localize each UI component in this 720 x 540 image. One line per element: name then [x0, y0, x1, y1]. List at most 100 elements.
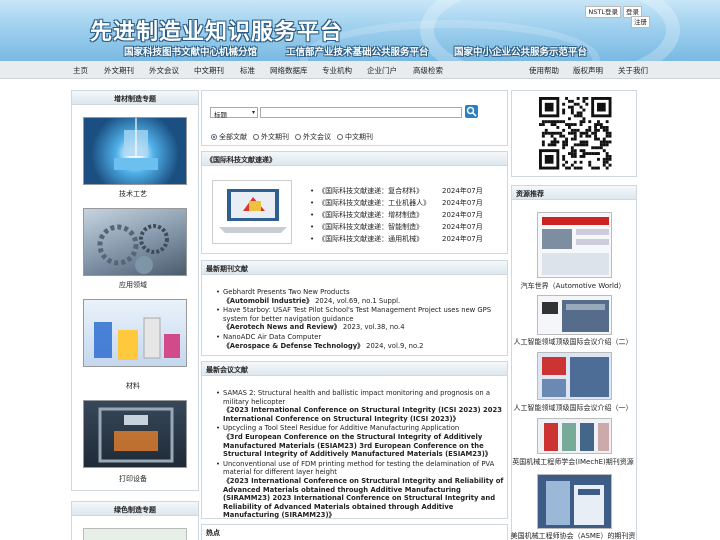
- nav-institutions[interactable]: 专业机构: [322, 65, 352, 76]
- panel-title: 《国际科技文献速递》: [202, 152, 507, 166]
- nav-online-databases[interactable]: 网络数据库: [270, 65, 308, 76]
- site-banner: 先进制造业知识服务平台 国家科技图书文献中心机械分馆 工信部产业技术基础公共服务…: [0, 0, 720, 61]
- paper-title[interactable]: SAMAS 2: Structural health and ballistic…: [216, 389, 508, 406]
- subtitle-3: 国家中小企业公共服务示范平台: [454, 47, 588, 58]
- search-input[interactable]: [260, 107, 462, 118]
- item-materials[interactable]: 材料: [68, 381, 198, 391]
- radio-icon: [253, 134, 259, 140]
- article-title[interactable]: Have 5tarboy: USAF Test Pilot School's T…: [216, 306, 508, 323]
- digest-list: 《国际科技文献速递：复合材料》2024年07月 《国际科技文献速递：工业机器人》…: [310, 185, 500, 245]
- asme-journals-image[interactable]: [537, 474, 612, 529]
- hot-topics-panel: 热点: [201, 524, 508, 540]
- radio-foreign-conferences[interactable]: 外文会议: [295, 132, 331, 142]
- list-item[interactable]: 《国际科技文献速递：增材制造》2024年07月: [310, 209, 500, 221]
- printing-equipment-image[interactable]: [83, 400, 187, 468]
- materials-image[interactable]: [83, 299, 187, 367]
- imeche-journals-image[interactable]: [537, 418, 612, 454]
- radio-label: 外文期刊: [261, 133, 289, 141]
- panel-title: 最新期刊文献: [202, 261, 507, 275]
- nav-copyright[interactable]: 版权声明: [573, 65, 603, 76]
- resource-item-1[interactable]: 汽车世界（Automotive World）: [508, 281, 638, 291]
- list-item[interactable]: 《国际科技文献速递：通用机械》2024年07月: [310, 233, 500, 245]
- journal-list: Gebhardt Presents Two New Products 《Auto…: [216, 288, 508, 351]
- digest-title[interactable]: 《国际科技文献速递：智能制造》: [310, 222, 442, 232]
- item-printing-equipment[interactable]: 打印设备: [68, 474, 198, 484]
- list-item: Upcycling a Tool Steel Residue for Addit…: [216, 424, 508, 458]
- digest-date: 2024年07月: [442, 223, 483, 231]
- conference-list: SAMAS 2: Structural health and ballistic…: [216, 389, 508, 521]
- article-title[interactable]: NanoADC Air Data Computer: [216, 333, 508, 342]
- radio-label: 外文会议: [303, 133, 331, 141]
- panel-title: 资源推荐: [512, 186, 636, 200]
- list-item: Unconventional use of FDM printing metho…: [216, 460, 508, 520]
- list-item[interactable]: 《国际科技文献速递：工业机器人》2024年07月: [310, 197, 500, 209]
- automotive-world-image[interactable]: [537, 212, 612, 278]
- ai-conference-2-image[interactable]: [537, 295, 612, 335]
- banner-subtitles: 国家科技图书文献中心机械分馆 工信部产业技术基础公共服务平台 国家中小企业公共服…: [124, 44, 587, 58]
- journal-name[interactable]: 《Aerospace & Defense Technology》: [223, 342, 364, 350]
- journal-name[interactable]: 《Aerotech News and Review》: [223, 323, 341, 331]
- search-button[interactable]: [465, 105, 478, 118]
- conference-name[interactable]: 《3rd European Conference on the Structur…: [223, 433, 492, 458]
- radio-all[interactable]: 全部文献: [211, 132, 247, 142]
- nav-foreign-journals[interactable]: 外文期刊: [104, 65, 134, 76]
- panel-title: 增材制造专题: [72, 91, 198, 105]
- digest-date: 2024年07月: [442, 211, 483, 219]
- nav-enterprise-portal[interactable]: 企业门户: [367, 65, 397, 76]
- item-applications[interactable]: 应用领域: [68, 280, 198, 290]
- radio-icon: [337, 134, 343, 140]
- resource-item-4[interactable]: 英国机械工程师学会(IMechE)期刊资源: [508, 457, 638, 467]
- item-process-technology[interactable]: 技术工艺: [68, 189, 198, 199]
- digest-date: 2024年07月: [442, 235, 483, 243]
- site-title: 先进制造业知识服务平台: [90, 20, 344, 45]
- paper-title[interactable]: Upcycling a Tool Steel Residue for Addit…: [216, 424, 508, 433]
- article-title[interactable]: Gebhardt Presents Two New Products: [216, 288, 508, 297]
- digest-title[interactable]: 《国际科技文献速递：增材制造》: [310, 210, 442, 220]
- radio-icon: [295, 134, 301, 140]
- nav-help[interactable]: 使用帮助: [529, 65, 559, 76]
- chevron-down-icon: ▾: [251, 109, 255, 116]
- search-field-select[interactable]: 标题 ▾: [210, 107, 258, 119]
- radio-icon: [211, 134, 217, 140]
- list-item: SAMAS 2: Structural health and ballistic…: [216, 389, 508, 423]
- digest-title[interactable]: 《国际科技文献速递：复合材料》: [310, 186, 442, 196]
- journal-meta: 2024, vol.9, no.2: [363, 341, 424, 350]
- nstl-login-button[interactable]: NSTL登录: [585, 6, 621, 18]
- list-item[interactable]: 《国际科技文献速递：智能制造》2024年07月: [310, 221, 500, 233]
- panel-title: 热点: [206, 529, 220, 537]
- resource-item-2[interactable]: 人工智能领域顶级国际会议介绍（二）: [508, 337, 638, 347]
- ai-conference-1-image[interactable]: [537, 352, 612, 400]
- resource-item-5[interactable]: 美国机械工程师协会（ASME）的期刊资: [508, 531, 638, 540]
- digest-title[interactable]: 《国际科技文献速递：工业机器人》: [310, 198, 442, 208]
- journal-name[interactable]: 《Automobil Industrie》: [223, 297, 313, 305]
- journal-meta: 2024, vol.69, no.1 Suppl.: [312, 296, 401, 305]
- radio-label: 中文期刊: [345, 133, 373, 141]
- radio-foreign-journals[interactable]: 外文期刊: [253, 132, 289, 142]
- radio-chinese-journals[interactable]: 中文期刊: [337, 132, 373, 142]
- nav-about[interactable]: 关于我们: [618, 65, 648, 76]
- nav-advanced-search[interactable]: 高级检索: [413, 65, 443, 76]
- green-manufacturing-image[interactable]: [83, 528, 187, 540]
- panel-title: 绿色制造专题: [72, 502, 198, 516]
- paper-title[interactable]: Unconventional use of FDM printing metho…: [216, 460, 508, 477]
- conference-name[interactable]: 《2023 International Conference on Struct…: [223, 477, 503, 519]
- journal-meta: 2023, vol.38, no.4: [340, 323, 405, 332]
- conference-name[interactable]: 《2023 International Conference on Struct…: [223, 406, 502, 423]
- list-item: Gebhardt Presents Two New Products 《Auto…: [216, 288, 508, 305]
- list-item: NanoADC Air Data Computer 《Aerospace & D…: [216, 333, 508, 350]
- digest-cover-image[interactable]: [212, 180, 292, 244]
- process-technology-image[interactable]: [83, 117, 187, 185]
- list-item[interactable]: 《国际科技文献速递：复合材料》2024年07月: [310, 185, 500, 197]
- applications-image[interactable]: [83, 208, 187, 276]
- digest-date: 2024年07月: [442, 187, 483, 195]
- subtitle-2: 工信部产业技术基础公共服务平台: [286, 47, 429, 58]
- nav-chinese-journals[interactable]: 中文期刊: [194, 65, 224, 76]
- list-item: Have 5tarboy: USAF Test Pilot School's T…: [216, 306, 508, 332]
- nav-standards[interactable]: 标准: [240, 65, 255, 76]
- nav-home[interactable]: 主页: [73, 65, 88, 76]
- search-icon: [466, 106, 477, 117]
- digest-title[interactable]: 《国际科技文献速递：通用机械》: [310, 234, 442, 244]
- nav-foreign-conferences[interactable]: 外文会议: [149, 65, 179, 76]
- resource-item-3[interactable]: 人工智能领域顶级国际会议介绍（一）: [508, 403, 638, 413]
- register-button[interactable]: 注册: [631, 16, 650, 28]
